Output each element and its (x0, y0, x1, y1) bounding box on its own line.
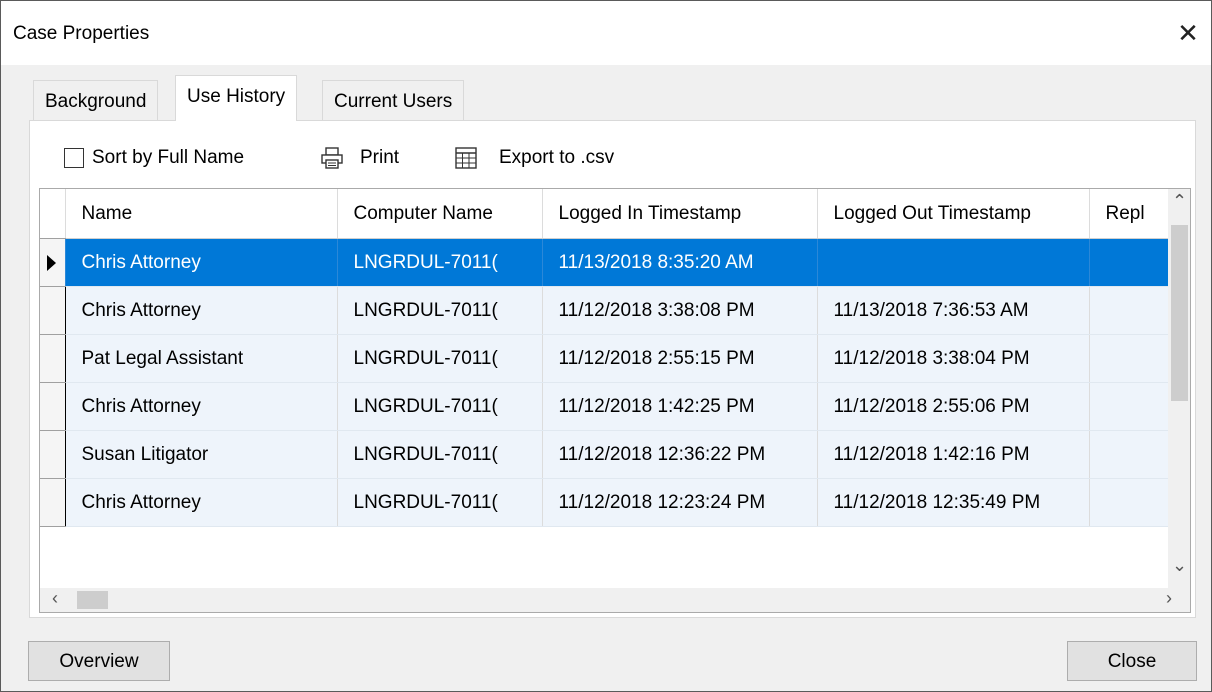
row-header[interactable] (40, 286, 66, 335)
print-label: Print (360, 147, 400, 168)
column-header-name[interactable]: Name (65, 189, 338, 239)
row-header[interactable] (40, 334, 66, 383)
cell-repl[interactable] (1089, 478, 1170, 527)
vertical-scroll-thumb[interactable] (1171, 225, 1188, 401)
row-header[interactable] (40, 382, 66, 431)
sort-by-full-name-checkbox[interactable]: Sort by Full Name (64, 147, 244, 169)
cell-logged-out[interactable]: 11/12/2018 2:55:06 PM (817, 382, 1090, 431)
cell-name[interactable]: Susan Litigator (65, 430, 338, 479)
current-row-arrow-icon (47, 254, 56, 271)
corner-cell (40, 189, 66, 239)
scroll-left-icon[interactable]: ‹ (52, 588, 58, 609)
cell-logged-out[interactable] (817, 238, 1090, 287)
title-bar: Case Properties ✕ (1, 1, 1211, 65)
export-label: Export to .csv (499, 147, 615, 168)
table-row[interactable]: Chris Attorney LNGRDUL-7011( 11/12/2018 … (40, 382, 1170, 431)
cell-name[interactable]: Chris Attorney (65, 478, 338, 527)
checkbox-box[interactable] (64, 148, 84, 168)
cell-name[interactable]: Chris Attorney (65, 238, 338, 287)
cell-repl[interactable] (1089, 238, 1170, 287)
cell-logged-out[interactable]: 11/12/2018 1:42:16 PM (817, 430, 1090, 479)
column-header-computer-name[interactable]: Computer Name (337, 189, 543, 239)
column-header-repl[interactable]: Repl (1089, 189, 1170, 239)
vertical-scrollbar[interactable]: ⌃ ⌄ (1168, 189, 1190, 589)
cell-computer[interactable]: LNGRDUL-7011( (337, 478, 543, 527)
cell-logged-in[interactable]: 11/13/2018 8:35:20 AM (542, 238, 818, 287)
print-button[interactable]: Print (320, 147, 399, 169)
use-history-grid[interactable]: Name Computer Name Logged In Timestamp L… (39, 188, 1191, 613)
table-row[interactable]: Pat Legal Assistant LNGRDUL-7011( 11/12/… (40, 334, 1170, 383)
export-csv-button[interactable]: Export to .csv (455, 147, 614, 169)
cell-computer[interactable]: LNGRDUL-7011( (337, 430, 543, 479)
sort-label: Sort by Full Name (92, 147, 245, 168)
scroll-up-icon[interactable]: ⌃ (1172, 191, 1187, 212)
horizontal-scroll-thumb[interactable] (77, 591, 108, 609)
cell-computer[interactable]: LNGRDUL-7011( (337, 334, 543, 383)
spreadsheet-icon (455, 147, 477, 169)
scroll-down-icon[interactable]: ⌄ (1172, 555, 1187, 576)
cell-logged-out[interactable]: 11/12/2018 12:35:49 PM (817, 478, 1090, 527)
cell-computer[interactable]: LNGRDUL-7011( (337, 238, 543, 287)
close-button[interactable]: Close (1067, 641, 1197, 681)
cell-logged-in[interactable]: 11/12/2018 2:55:15 PM (542, 334, 818, 383)
cell-name[interactable]: Chris Attorney (65, 382, 338, 431)
column-header-logged-out[interactable]: Logged Out Timestamp (817, 189, 1090, 239)
overview-button[interactable]: Overview (28, 641, 170, 681)
row-header[interactable] (40, 430, 66, 479)
table-row[interactable]: Susan Litigator LNGRDUL-7011( 11/12/2018… (40, 430, 1170, 479)
horizontal-scrollbar[interactable]: ‹ › (40, 588, 1190, 612)
cell-logged-out[interactable]: 11/12/2018 3:38:04 PM (817, 334, 1090, 383)
cell-name[interactable]: Chris Attorney (65, 286, 338, 335)
cell-logged-out[interactable]: 11/13/2018 7:36:53 AM (817, 286, 1090, 335)
row-header[interactable] (40, 238, 66, 287)
scroll-right-icon[interactable]: › (1166, 588, 1172, 609)
cell-repl[interactable] (1089, 430, 1170, 479)
cell-name[interactable]: Pat Legal Assistant (65, 334, 338, 383)
column-header-logged-in[interactable]: Logged In Timestamp (542, 189, 818, 239)
cell-computer[interactable]: LNGRDUL-7011( (337, 382, 543, 431)
header-row: Name Computer Name Logged In Timestamp L… (40, 189, 1170, 239)
close-icon[interactable]: ✕ (1165, 13, 1211, 53)
tab-background[interactable]: Background (33, 80, 159, 120)
cell-repl[interactable] (1089, 382, 1170, 431)
table-row[interactable]: Chris Attorney LNGRDUL-7011( 11/13/2018 … (40, 238, 1170, 287)
cell-logged-in[interactable]: 11/12/2018 1:42:25 PM (542, 382, 818, 431)
window-title: Case Properties (13, 23, 150, 44)
tab-use-history[interactable]: Use History (175, 75, 298, 121)
cell-repl[interactable] (1089, 286, 1170, 335)
cell-computer[interactable]: LNGRDUL-7011( (337, 286, 543, 335)
tab-current-users[interactable]: Current Users (322, 80, 465, 120)
cell-logged-in[interactable]: 11/12/2018 3:38:08 PM (542, 286, 818, 335)
cell-logged-in[interactable]: 11/12/2018 12:23:24 PM (542, 478, 818, 527)
cell-repl[interactable] (1089, 334, 1170, 383)
use-history-panel: Sort by Full Name Print Export to .csv N… (29, 120, 1196, 618)
history-table: Name Computer Name Logged In Timestamp L… (40, 189, 1170, 527)
printer-icon (321, 147, 343, 169)
table-row[interactable]: Chris Attorney LNGRDUL-7011( 11/12/2018 … (40, 286, 1170, 335)
cell-logged-in[interactable]: 11/12/2018 12:36:22 PM (542, 430, 818, 479)
case-properties-dialog: Case Properties ✕ Background Use History… (0, 0, 1212, 692)
row-header[interactable] (40, 478, 66, 527)
table-row[interactable]: Chris Attorney LNGRDUL-7011( 11/12/2018 … (40, 478, 1170, 527)
